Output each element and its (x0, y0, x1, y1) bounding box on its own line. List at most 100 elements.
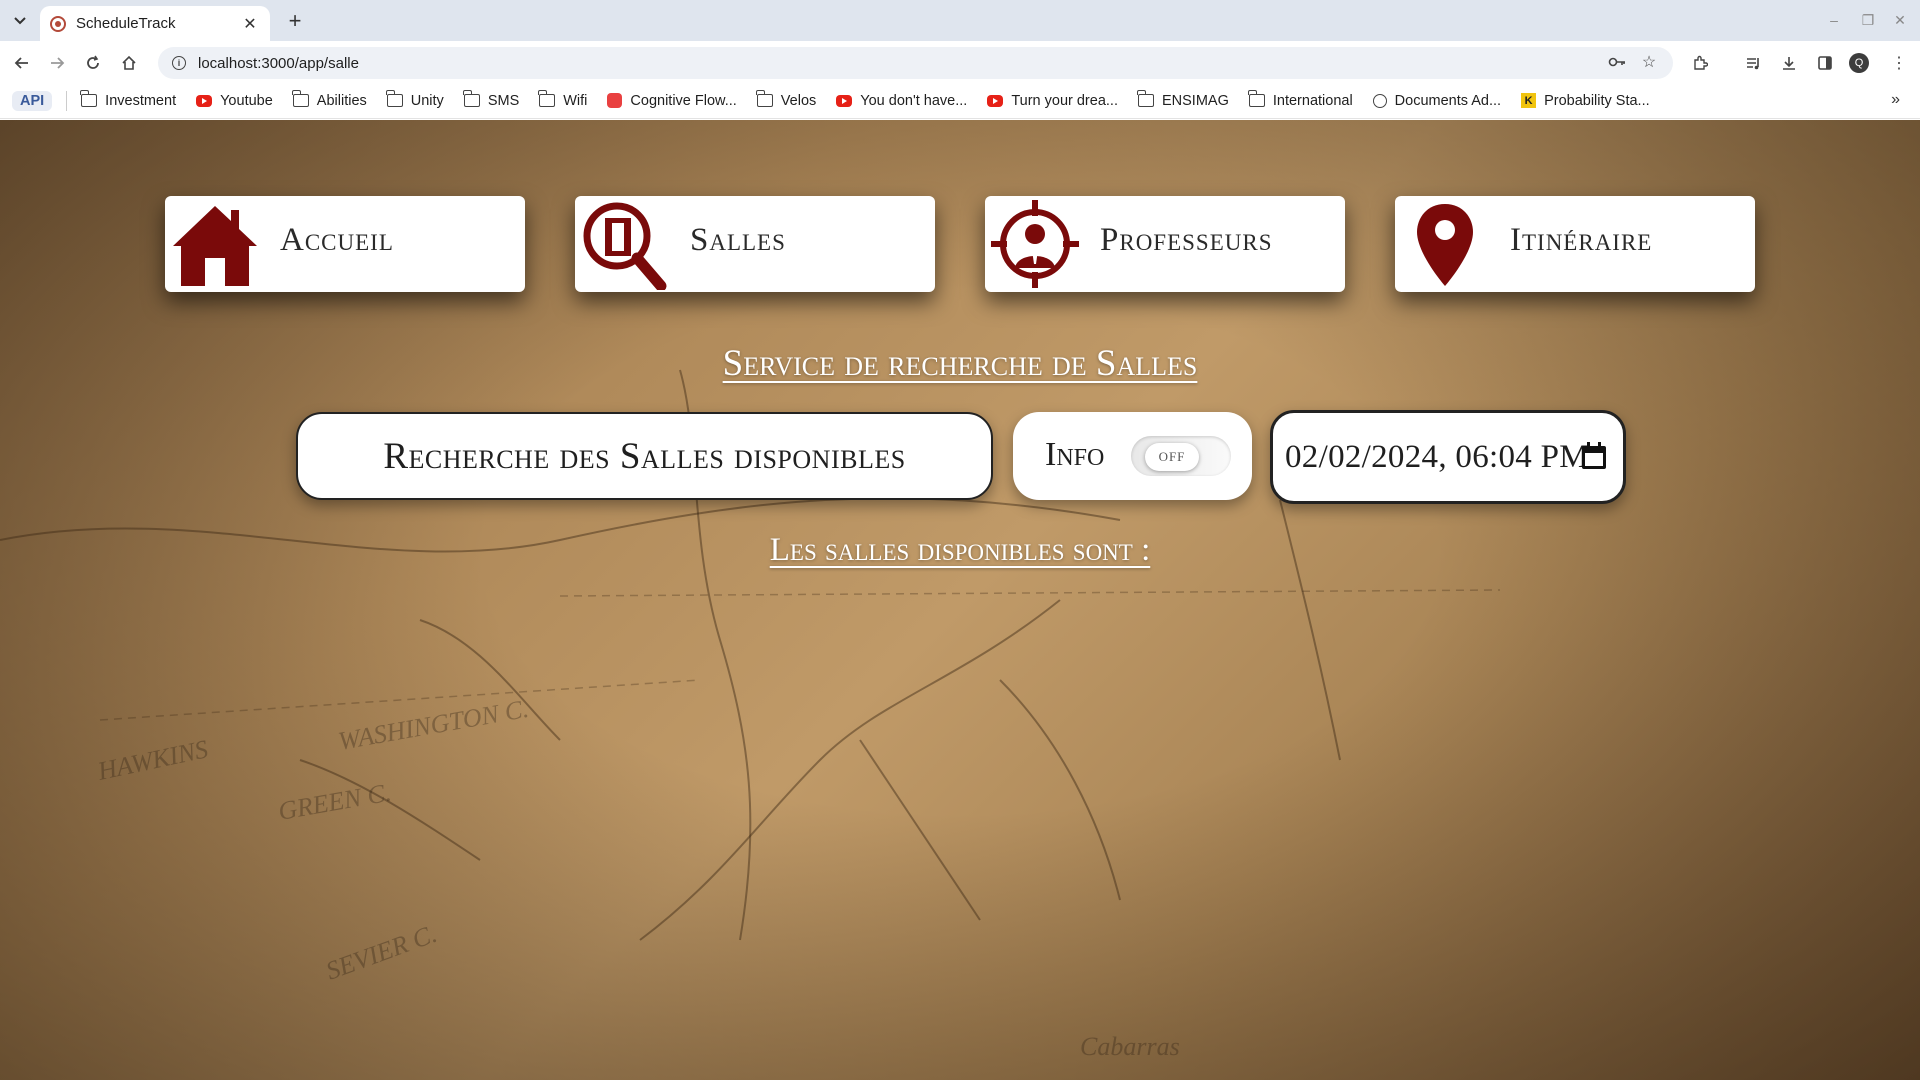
bookmark-probability[interactable]: K Probability Sta... (1521, 93, 1650, 109)
new-tab-button[interactable]: + (282, 8, 308, 34)
tab-strip: ScheduleTrack ✕ + – ❐ ✕ (0, 0, 1920, 41)
youtube-icon (987, 94, 1004, 107)
browser-toolbar: i localhost:3000/app/salle ☆ Q ⋮ (0, 41, 1920, 83)
site-info-icon[interactable]: i (172, 56, 186, 70)
bookmark-label: Wifi (563, 92, 588, 109)
extensions-icon[interactable] (1687, 50, 1713, 76)
minimize-icon[interactable]: – (1824, 12, 1844, 28)
page-title-text: Service de recherche de Salles (722, 343, 1198, 384)
results-heading-text: Les salles disponibles sont : (769, 532, 1151, 568)
download-icon[interactable] (1776, 50, 1802, 76)
nav-itinerary-label: Itinéraire (1510, 222, 1653, 258)
bookmark-you-dont-have[interactable]: You don't have... (836, 93, 967, 109)
bookmark-wifi[interactable]: Wifi (538, 90, 588, 109)
bookmark-label: ENSIMAG (1161, 92, 1229, 109)
home-button[interactable] (116, 50, 142, 76)
bookmark-label: International (1272, 92, 1353, 109)
datetime-value: 02/02/2024, 06:04 PM (1285, 438, 1589, 475)
bookmark-label: Investment (105, 92, 177, 109)
reload-icon (87, 55, 99, 69)
info-label: Info (1045, 436, 1105, 473)
page-background: WASHINGTON C. GREEN C. SEVIER C. HAWKINS… (0, 120, 1920, 1080)
arrow-left-icon (14, 57, 28, 69)
close-tab-icon[interactable]: ✕ (240, 14, 260, 34)
folder-icon (1136, 90, 1154, 107)
svg-text:WASHINGTON C.: WASHINGTON C. (336, 694, 531, 756)
folder-icon (385, 90, 403, 107)
bookmark-star-icon[interactable]: ☆ (1636, 49, 1662, 75)
bookmark-label: Documents Ad... (1394, 92, 1502, 109)
toggle-knob: OFF (1145, 443, 1199, 471)
address-bar[interactable]: i localhost:3000/app/salle (158, 47, 1673, 79)
info-toggle-switch[interactable]: OFF (1131, 436, 1231, 476)
person-target-icon (991, 200, 1079, 288)
bookmark-youtube[interactable]: Youtube (196, 93, 273, 109)
bookmark-abilities[interactable]: Abilities (291, 90, 367, 109)
bookmark-label: Cognitive Flow... (630, 92, 737, 109)
bookmark-ensimag[interactable]: ENSIMAG (1136, 90, 1229, 109)
bookmark-label: Turn your drea... (1011, 92, 1118, 109)
bookmark-sms[interactable]: SMS (462, 90, 520, 109)
bookmark-velos[interactable]: Velos (755, 90, 816, 109)
search-available-rooms-button[interactable]: Recherche des Salles disponibles (296, 412, 993, 500)
folder-icon (80, 90, 98, 107)
bookmark-documents[interactable]: Documents Ad... (1372, 92, 1502, 109)
magnifier-door-icon (583, 202, 667, 290)
house-icon (173, 206, 257, 286)
folder-icon (538, 90, 556, 107)
back-button[interactable] (9, 50, 35, 76)
nav-itinerary-button[interactable]: Itinéraire (1395, 196, 1755, 292)
arrow-right-icon (51, 57, 65, 69)
bookmarks-bar: API Investment Youtube Abilities Unity S… (0, 83, 1920, 119)
globe-icon (1372, 93, 1387, 108)
datetime-input[interactable]: 02/02/2024, 06:04 PM (1270, 410, 1626, 504)
menu-kebab-icon[interactable]: ⋮ (1886, 50, 1912, 76)
page-title: Service de recherche de Salles (0, 342, 1920, 385)
map-pin-icon (1417, 204, 1473, 286)
youtube-icon (196, 94, 213, 107)
home-outline-icon (122, 55, 136, 70)
svg-text:GREEN C.: GREEN C. (276, 778, 393, 826)
url-text: localhost:3000/app/salle (198, 54, 359, 72)
calendar-icon[interactable] (1581, 442, 1607, 470)
k-icon: K (1521, 93, 1537, 108)
svg-text:Cabarras: Cabarras (1080, 1032, 1180, 1061)
profile-avatar[interactable]: Q (1849, 53, 1869, 73)
bookmark-cognitive-flow[interactable]: Cognitive Flow... (607, 92, 737, 109)
bookmark-label: SMS (487, 92, 520, 109)
folder-icon (291, 90, 309, 107)
close-window-icon[interactable]: ✕ (1890, 12, 1910, 29)
youtube-icon (836, 94, 853, 107)
nav-rooms-button[interactable]: Salles (575, 196, 935, 292)
chevron-down-icon (14, 17, 26, 25)
folder-icon (462, 90, 480, 107)
tab-search-button[interactable] (8, 10, 32, 32)
folder-icon (1247, 90, 1265, 107)
nav-home-button[interactable]: Accueil (165, 196, 525, 292)
tab-title: ScheduleTrack (76, 15, 176, 32)
results-heading: Les salles disponibles sont : (0, 532, 1920, 569)
bookmark-label: You don't have... (860, 92, 968, 109)
bookmark-investment[interactable]: Investment (80, 90, 177, 109)
media-queue-icon[interactable] (1740, 50, 1766, 76)
schedule-favicon-icon (50, 15, 66, 32)
browser-tab[interactable]: ScheduleTrack ✕ (40, 6, 270, 41)
bookmark-turn-your-dream[interactable]: Turn your drea... (987, 93, 1118, 109)
password-key-icon[interactable] (1604, 49, 1630, 75)
bookmark-unity[interactable]: Unity (385, 90, 444, 109)
bookmark-label: Youtube (220, 92, 273, 109)
bookmark-label: API (20, 92, 45, 109)
side-panel-icon[interactable] (1812, 50, 1838, 76)
bookmark-label: Probability Sta... (1544, 92, 1650, 109)
restore-icon[interactable]: ❐ (1858, 12, 1878, 29)
bookmark-api[interactable]: API (12, 90, 53, 111)
folder-icon (755, 90, 773, 107)
nav-teachers-button[interactable]: Professeurs (985, 196, 1345, 292)
forward-button[interactable] (44, 50, 70, 76)
svg-text:SEVIER C.: SEVIER C. (322, 919, 440, 986)
more-bookmarks-icon[interactable]: » (1891, 91, 1900, 109)
bookmark-international[interactable]: International (1247, 90, 1353, 109)
cognitive-icon (607, 93, 623, 108)
reload-button[interactable] (80, 50, 106, 76)
nav-teachers-label: Professeurs (1100, 222, 1273, 258)
